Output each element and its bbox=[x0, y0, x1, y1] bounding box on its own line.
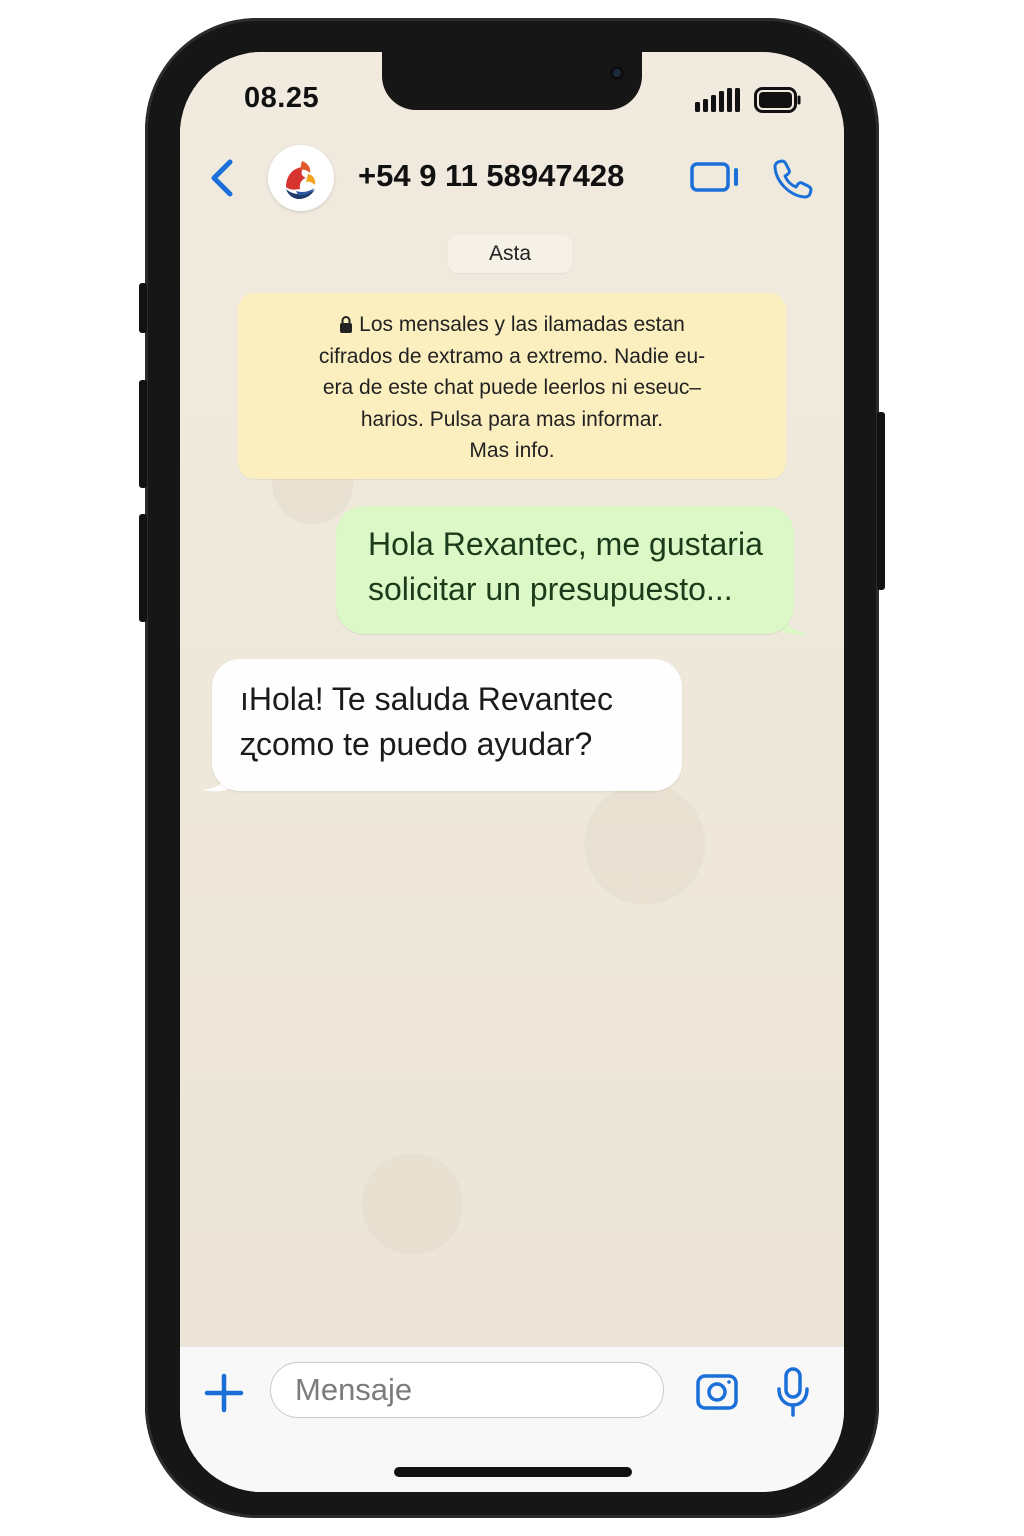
date-chip: Asta bbox=[448, 235, 572, 273]
notch bbox=[382, 52, 642, 110]
message-text: ıHola! Te saluda Revantec ʐcomo te puedo… bbox=[240, 681, 613, 762]
silent-switch bbox=[139, 283, 147, 333]
message-composer bbox=[180, 1346, 844, 1492]
business-logo-icon bbox=[268, 145, 334, 211]
microphone-icon[interactable] bbox=[776, 1367, 810, 1417]
notice-line: harios. Pulsa para mas informar. bbox=[360, 407, 664, 431]
camera-icon[interactable] bbox=[696, 1371, 738, 1411]
contact-name[interactable]: +54 9 11 58947428 bbox=[358, 158, 624, 194]
battery-icon bbox=[754, 87, 801, 113]
more-info-link[interactable]: Mas info. bbox=[268, 435, 756, 467]
volume-up-button bbox=[139, 380, 147, 488]
notice-line: Los mensales y las ilamadas estan bbox=[268, 309, 756, 341]
phone-icon[interactable] bbox=[772, 157, 814, 199]
cellular-signal-icon bbox=[695, 88, 740, 112]
message-bubble-outgoing[interactable]: Hola Rexantec, me gustaria solicitar un … bbox=[336, 506, 794, 634]
message-text: Hola Rexantec, me gustaria solicitar un … bbox=[368, 526, 763, 607]
encryption-notice[interactable]: Los mensales y las ilamadas estan cifrad… bbox=[238, 293, 786, 479]
power-button bbox=[877, 412, 885, 590]
home-indicator[interactable] bbox=[394, 1467, 632, 1477]
volume-down-button bbox=[139, 514, 147, 622]
video-camera-icon[interactable] bbox=[690, 160, 742, 194]
lock-icon bbox=[340, 316, 353, 333]
notice-line: era de este chat puede leerlos ni eseuc– bbox=[322, 376, 702, 399]
chat-header: +54 9 11 58947428 bbox=[180, 142, 844, 232]
message-bubble-incoming[interactable]: ıHola! Te saluda Revantec ʐcomo te puedo… bbox=[212, 659, 682, 791]
encryption-notice-text: Los mensales y las ilamadas estan cifrad… bbox=[268, 309, 756, 467]
notice-line: cifrados de extramo a extremo. Nadie eu- bbox=[318, 344, 706, 368]
message-input[interactable] bbox=[270, 1362, 664, 1418]
status-time: 08.25 bbox=[244, 82, 320, 114]
chevron-left-icon[interactable] bbox=[204, 156, 240, 200]
avatar[interactable] bbox=[268, 145, 334, 211]
phone-screen: 08.25 +54 9 11 58947428 Asta Los mensale… bbox=[180, 52, 844, 1492]
plus-icon[interactable] bbox=[204, 1373, 244, 1413]
front-camera bbox=[610, 66, 624, 80]
